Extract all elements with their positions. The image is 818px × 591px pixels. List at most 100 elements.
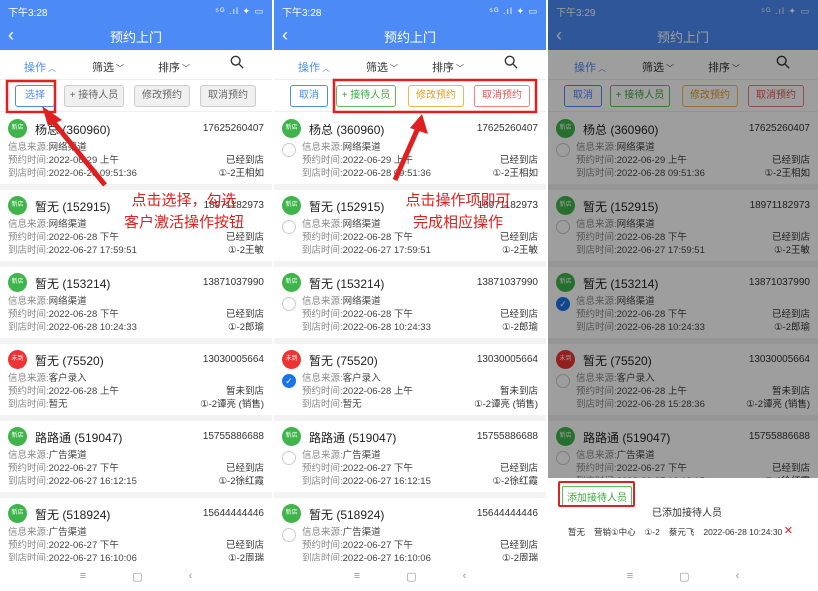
status-time: 下午3:28 xyxy=(282,7,322,19)
list-item[interactable]: 新店 暂无 (153214) 13871037990 信息来源:网络渠道 预约时间:20… xyxy=(0,267,272,344)
info-row: 到店时间:2022-06-28 09:51:36 ①-2王相如 xyxy=(302,165,538,179)
staff-name: ①-2王相如 xyxy=(492,168,538,179)
row-checkbox[interactable] xyxy=(282,451,296,465)
info-value: 2022-06-28 09:51:36 xyxy=(48,168,137,179)
status-icons: ⁵ᴳ .ıl ✦ ▭ xyxy=(215,5,264,16)
info-row: 到店时间:2022-06-27 16:10:06 ①-2周瑞 xyxy=(8,550,264,561)
info-label: 到店时间: xyxy=(8,399,49,410)
info-value: 2022-06-27 16:10:06 xyxy=(342,553,431,561)
annotation-middle: 点击操作项即可 完成相应操作 xyxy=(405,192,511,231)
home-icon[interactable]: ▢ xyxy=(406,570,416,583)
back-nav-icon[interactable]: ‹ xyxy=(736,570,740,582)
info-value: 2022-06-27 16:12:15 xyxy=(48,476,137,487)
tab-sort[interactable]: 排序 ﹀ xyxy=(432,59,464,75)
staff-name: ①-2王相如 xyxy=(218,168,264,179)
customer-name: 暂无 (153214) xyxy=(309,277,385,291)
add-staff-button[interactable]: + 接待人员 xyxy=(64,85,124,107)
row-checkbox[interactable] xyxy=(282,220,296,234)
customer-name: 杨总 (360960) xyxy=(309,123,385,137)
staff-name: ①-2徐红霞 xyxy=(492,476,538,487)
customer-name: 暂无 (153214) xyxy=(35,277,111,291)
row-checkbox[interactable] xyxy=(282,297,296,311)
menu-icon[interactable]: ≡ xyxy=(627,570,633,582)
edit-reservation-button[interactable]: 修改预约 xyxy=(408,85,464,107)
info-row: 预约时间:2022-06-27 下午已经到店 xyxy=(8,537,264,551)
cancel-reservation-button[interactable]: 取消预约 xyxy=(200,85,256,107)
add-staff-button[interactable]: + 接待人员 xyxy=(336,85,396,107)
customer-phone: 17625260407 xyxy=(476,123,538,134)
staff-name: ①-2郎瑜 xyxy=(502,322,538,333)
customer-name: 暂无 (518924) xyxy=(35,508,111,522)
tab-sort-label: 排序 xyxy=(432,62,454,74)
status-bar: 下午3:28 ⁵ᴳ .ıl ✦ ▭ xyxy=(0,0,272,22)
list-item[interactable]: 新店 暂无 (153214) 13871037990 信息来源:网络渠道 预约时间:20… xyxy=(274,267,546,344)
nav-bar: ‹ 预约上门 xyxy=(0,22,272,50)
search-icon[interactable] xyxy=(230,55,244,69)
back-icon[interactable]: ‹ xyxy=(282,25,288,45)
search-icon[interactable] xyxy=(504,55,518,69)
status-badge: 新店 xyxy=(8,273,27,292)
row-checkbox[interactable] xyxy=(282,143,296,157)
action-bar: 取消 + 接待人员 修改预约 取消预约 xyxy=(274,80,546,112)
info-row: 信息来源:客户录入 xyxy=(302,370,538,384)
list-item[interactable]: 未到 暂无 (75520) 13030005664 信息来源:客户录入 预约时间:202… xyxy=(0,344,272,421)
list-item[interactable]: 新店暂无 (518924) 15644444446 信息来源:广告渠道预约时间:20… xyxy=(274,498,546,561)
visit-status: 已经到店 xyxy=(225,540,264,551)
menu-icon[interactable]: ≡ xyxy=(80,570,86,582)
remove-staff-icon[interactable]: ✕ xyxy=(784,524,793,537)
info-row: 预约时间:2022-06-28 上午 暂未到店 xyxy=(8,383,264,397)
customer-name: 暂无 (152915) xyxy=(309,200,385,214)
list-item[interactable]: 未到 暂无 (75520) 13030005664 ✓ 信息来源:客户录入 预约时间:20… xyxy=(274,344,546,421)
menu-icon[interactable]: ≡ xyxy=(354,570,360,582)
info-value: 2022-06-27 17:59:51 xyxy=(48,245,137,256)
row-checkbox[interactable] xyxy=(282,528,296,542)
customer-name: 路路通 (519047) xyxy=(35,431,123,445)
info-row: 预约时间:2022-06-28 下午 已经到店 xyxy=(8,306,264,320)
staff-name: ①-2王敏 xyxy=(228,245,264,256)
tab-filter[interactable]: 筛选 ﹀ xyxy=(92,59,124,75)
edit-reservation-button[interactable]: 修改预约 xyxy=(134,85,190,107)
info-row: 预约时间:2022-06-27 下午已经到店 xyxy=(302,537,538,551)
status-time: 下午3:28 xyxy=(8,7,48,19)
cancel-button[interactable]: 取消 xyxy=(290,85,328,107)
status-badge: 新店 xyxy=(282,196,301,215)
system-nav-bar: ≡ ▢ ‹ xyxy=(0,561,272,591)
customer-list: 新店 杨总 (360960) 17625260407 信息来源:网络渠道 预约时间:20… xyxy=(0,113,272,561)
filter-tabs: 操作 ︿ 筛选 ﹀ 排序 ﹀ xyxy=(274,50,546,80)
back-nav-icon[interactable]: ‹ xyxy=(463,570,467,582)
chevron-down-icon: ﹀ xyxy=(390,64,398,73)
tab-operate[interactable]: 操作 ︿ xyxy=(298,59,330,75)
row-checkbox[interactable]: ✓ xyxy=(282,374,296,388)
tab-sort-label: 排序 xyxy=(158,62,180,74)
list-item[interactable]: 新店 路路通 (519047) 15755886688 信息来源:广告渠道 预约时间:2… xyxy=(274,421,546,498)
customer-phone: 17625260407 xyxy=(202,123,264,134)
visit-status: 已经到店 xyxy=(225,309,264,320)
tab-operate[interactable]: 操作 ︿ xyxy=(24,59,56,75)
info-row: 到店时间:2022-06-27 16:12:15 ①-2徐红霞 xyxy=(8,473,264,487)
info-row: 到店时间:2022-06-27 17:59:51 ①-2王敏 xyxy=(8,242,264,256)
select-button[interactable]: 选择 xyxy=(15,85,55,107)
home-icon[interactable]: ▢ xyxy=(679,570,689,583)
info-row: 信息来源:网络渠道 xyxy=(302,293,538,307)
customer-phone: 13871037990 xyxy=(476,277,538,288)
customer-list: 新店 杨总 (360960) 17625260407 信息来源:网络渠道 预约时间:20… xyxy=(274,113,546,561)
tab-filter[interactable]: 筛选 ﹀ xyxy=(366,59,398,75)
info-row: 信息来源:客户录入 xyxy=(8,370,264,384)
info-row: 到店时间:2022-06-27 16:10:06 ①-2周瑞 xyxy=(302,550,538,561)
chevron-down-icon: ﹀ xyxy=(456,64,464,73)
list-item[interactable]: 新店 杨总 (360960) 17625260407 信息来源:网络渠道 预约时间:20… xyxy=(274,113,546,190)
status-badge: 新店 xyxy=(8,196,27,215)
back-icon[interactable]: ‹ xyxy=(8,25,14,45)
visit-status: 已经到店 xyxy=(499,540,538,551)
dim-overlay xyxy=(548,0,818,478)
list-item[interactable]: 新店暂无 (518924) 15644444446 信息来源:广告渠道预约时间:20… xyxy=(0,498,272,561)
nav-bar: ‹ 预约上门 xyxy=(274,22,546,50)
info-row: 预约时间:2022-06-28 上午 暂未到店 xyxy=(302,383,538,397)
cancel-reservation-button[interactable]: 取消预约 xyxy=(474,85,530,107)
customer-name: 暂无 (152915) xyxy=(35,200,111,214)
home-icon[interactable]: ▢ xyxy=(132,570,142,583)
back-nav-icon[interactable]: ‹ xyxy=(189,570,193,582)
tab-sort[interactable]: 排序 ﹀ xyxy=(158,59,190,75)
list-item[interactable]: 新店 路路通 (519047) 15755886688 信息来源:广告渠道 预约时间:2… xyxy=(0,421,272,498)
list-item[interactable]: 新店 杨总 (360960) 17625260407 信息来源:网络渠道 预约时间:20… xyxy=(0,113,272,190)
